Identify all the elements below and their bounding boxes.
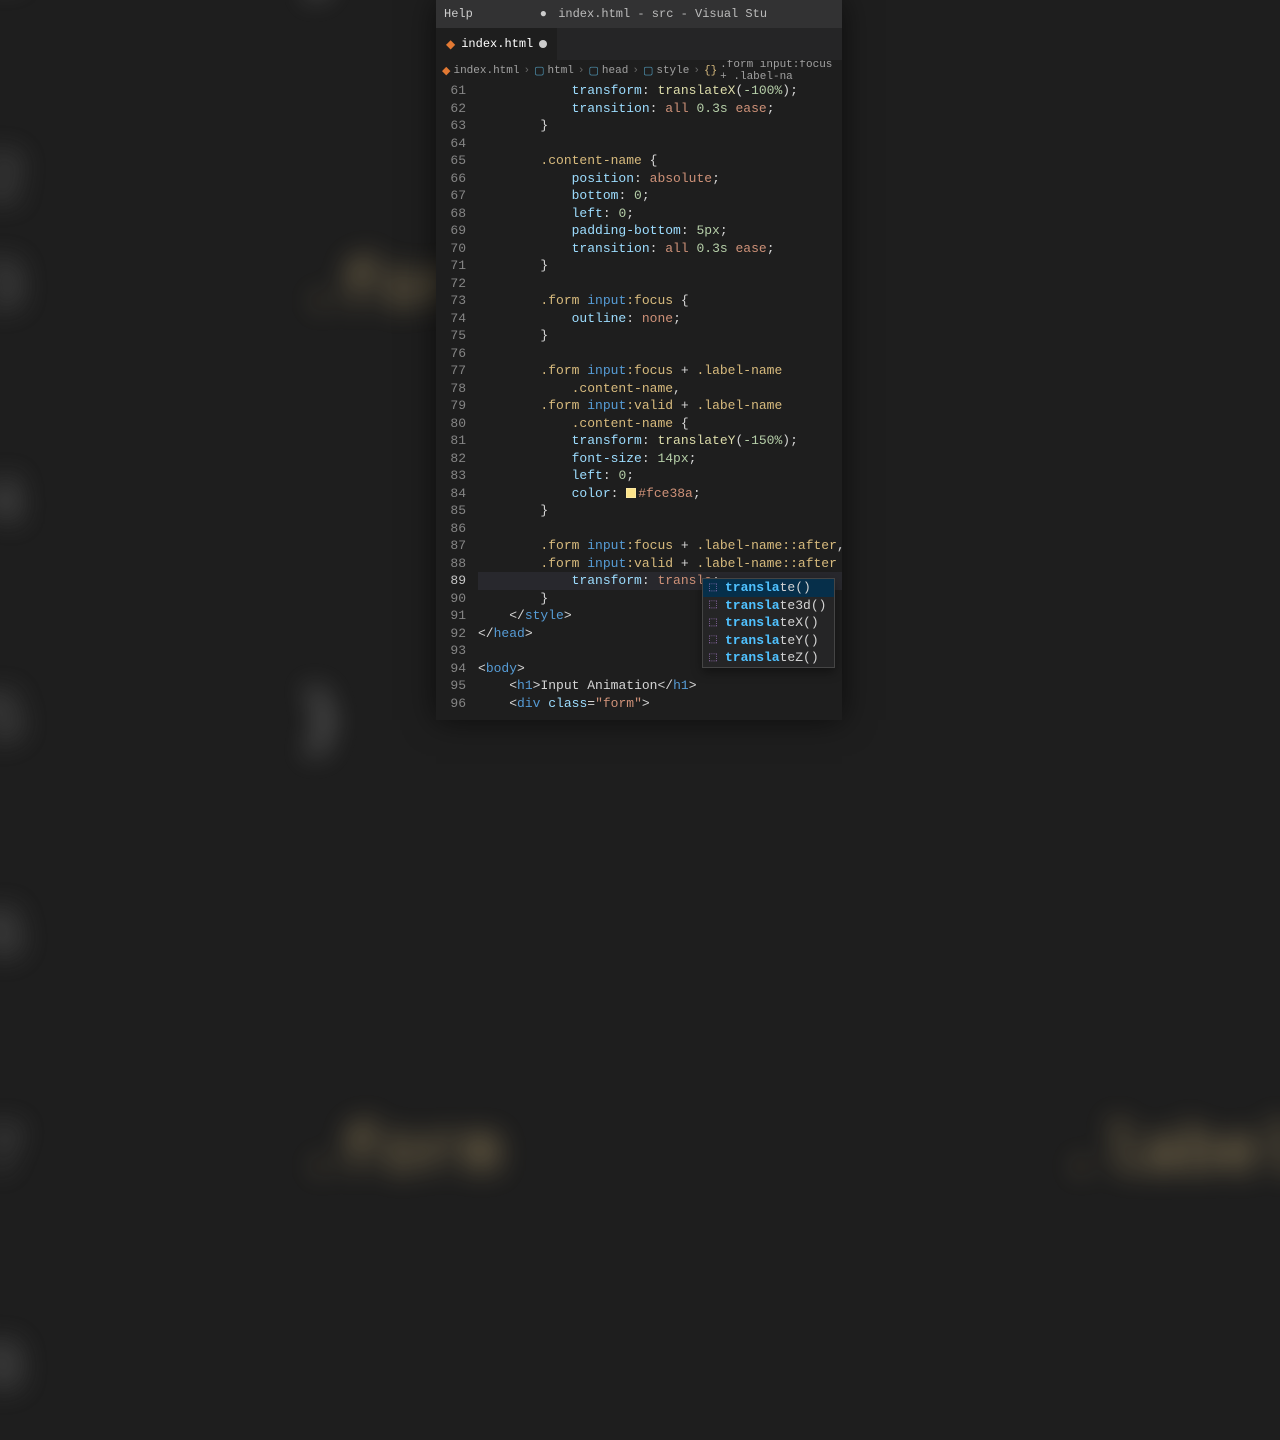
- autocomplete-popup[interactable]: ⬚translate()⬚translate3d()⬚translateX()⬚…: [702, 578, 835, 668]
- tab-label: index.html: [461, 37, 533, 51]
- title-bar: Help ● index.html - src - Visual Stu: [436, 0, 842, 28]
- bc-head[interactable]: head: [602, 65, 628, 77]
- function-icon: ⬚: [707, 599, 719, 611]
- function-icon: ⬚: [707, 634, 719, 646]
- suggest-item[interactable]: ⬚translateX(): [703, 614, 834, 632]
- bg-gutter: 71 7273 74 75 76 77 78 79 80 81 82 83: [0, 0, 24, 1440]
- line-number-gutter: 6162636465666768697071727374757677787980…: [436, 82, 474, 712]
- file-icon: ◆: [442, 64, 450, 78]
- tab-modified-icon: [539, 40, 547, 48]
- function-icon: ⬚: [707, 652, 719, 664]
- window-title: ● index.html - src - Visual Stu: [473, 7, 834, 21]
- bc-selector[interactable]: .form input:focus + .label-na: [720, 60, 836, 82]
- chevron-right-icon: ›: [693, 65, 700, 77]
- bc-html[interactable]: html: [548, 65, 574, 77]
- style-icon: ▢: [643, 64, 653, 78]
- function-icon: ⬚: [707, 582, 719, 594]
- tab-index-html[interactable]: ◆ index.html: [436, 28, 557, 60]
- suggest-item[interactable]: ⬚translate(): [703, 579, 834, 597]
- modified-indicator-icon: ●: [540, 7, 547, 21]
- suggest-item[interactable]: ⬚translateZ(): [703, 649, 834, 667]
- html-file-icon: ◆: [446, 37, 455, 52]
- suggest-item[interactable]: ⬚translateY(): [703, 632, 834, 650]
- title-text: index.html - src - Visual Stu: [558, 7, 767, 21]
- bc-style[interactable]: style: [656, 65, 689, 77]
- suggest-item[interactable]: ⬚translate3d(): [703, 597, 834, 615]
- bc-file[interactable]: index.html: [453, 65, 519, 77]
- menu-help[interactable]: Help: [444, 7, 473, 21]
- head-icon: ▢: [589, 64, 599, 78]
- breadcrumb[interactable]: ◆ index.html › ▢ html › ▢ head › ▢ style…: [436, 60, 842, 82]
- chevron-right-icon: ›: [578, 65, 585, 77]
- chevron-right-icon: ›: [523, 65, 530, 77]
- chevron-right-icon: ›: [632, 65, 639, 77]
- function-icon: ⬚: [707, 617, 719, 629]
- selector-icon: {}: [704, 65, 717, 77]
- tab-bar: ◆ index.html: [436, 28, 842, 60]
- html-icon: ▢: [534, 64, 544, 78]
